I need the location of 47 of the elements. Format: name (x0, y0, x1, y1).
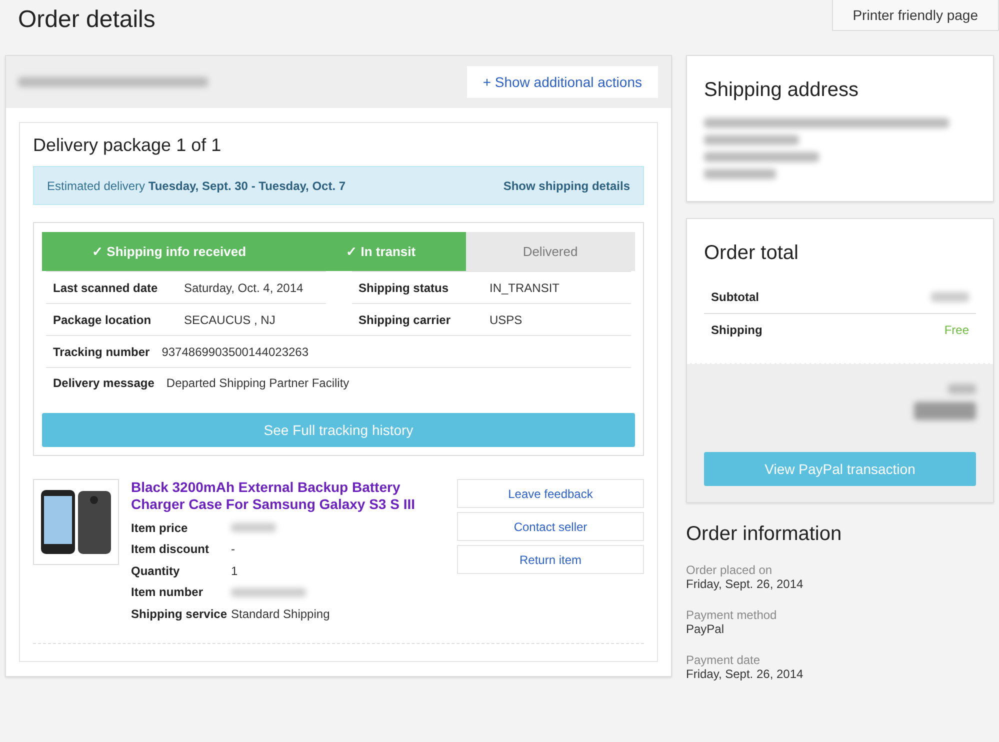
info-label: Order placed on (686, 563, 774, 577)
progress-step: ✓ Shipping info received (42, 232, 296, 271)
detail-label: Shipping carrier (358, 312, 452, 326)
info-label: Payment method (686, 608, 778, 622)
detail-value: 9374869903500144023263 (162, 344, 309, 358)
package-title: Delivery package 1 of 1 (33, 135, 222, 156)
redacted-text (914, 402, 976, 420)
item-action-button[interactable]: Leave feedback (457, 479, 644, 508)
detail-value: USPS (490, 312, 522, 326)
info-label: Payment date (686, 653, 762, 667)
item-field-value: - (231, 542, 235, 556)
progress-step: Delivered (466, 232, 635, 271)
item-field-label: Item discount (131, 542, 210, 556)
item-field-label: Item price (131, 520, 189, 535)
detail-label: Shipping status (358, 280, 450, 294)
progress-step: ✓ In transit (296, 232, 466, 271)
detail-label: Package location (53, 312, 152, 326)
detail-label: Last scanned date (53, 280, 159, 294)
redacted-text (948, 384, 976, 394)
detail-value: IN_TRANSIT (490, 280, 560, 294)
item-field-value: Standard Shipping (231, 606, 330, 621)
item-field-value: 1 (231, 564, 238, 578)
order-information-title: Order information (686, 523, 843, 546)
info-value: Friday, Sept. 26, 2014 (686, 577, 804, 591)
card-title: Shipping address (704, 79, 860, 102)
detail-value: Departed Shipping Partner Facility (166, 376, 350, 390)
item-field-label: Item number (131, 585, 204, 600)
item-field-label: Quantity (131, 564, 181, 578)
item-title-link[interactable]: Black 3200mAh External Backup Battery Charger Case For Samsung Galaxy S3 S III (131, 479, 431, 513)
shipping-details-link[interactable]: Show shipping details (503, 178, 630, 192)
printer-friendly-button[interactable]: Printer friendly page (832, 0, 999, 31)
detail-value: SECAUCUS , NJ (184, 312, 276, 326)
page-title: Order details (18, 6, 156, 34)
info-value: Friday, Sept. 26, 2014 (686, 667, 804, 681)
item-field-label: Shipping service (131, 606, 228, 621)
detail-label: Delivery message (53, 376, 154, 390)
estimated-delivery-text: Estimated delivery Tuesday, Sept. 30 - Tuesday, Oct. 7 (47, 178, 346, 192)
detail-value: Saturday, Oct. 4, 2014 (184, 280, 304, 294)
total-value: Free (944, 322, 969, 336)
item-action-button[interactable]: Return item (457, 545, 644, 574)
detail-label: Tracking number (53, 344, 150, 358)
total-label: Shipping (711, 322, 762, 336)
additional-actions-button[interactable]: + Show additional actions (466, 66, 658, 98)
info-value: PayPal (686, 622, 726, 636)
total-label: Subtotal (711, 290, 759, 304)
item-action-button[interactable]: Contact seller (457, 512, 644, 541)
card-title: Order total (704, 242, 800, 265)
